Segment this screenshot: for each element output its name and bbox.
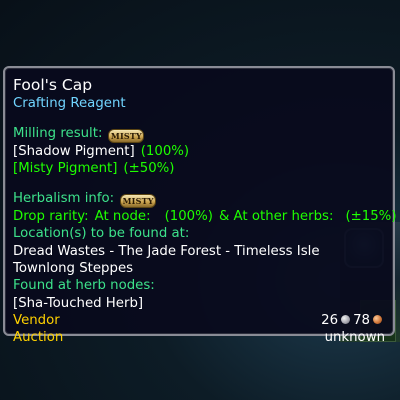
milling-result-2-chance: (±50%)	[123, 161, 175, 176]
milling-result-label: Milling result:	[13, 126, 103, 141]
misty-badge-icon: MISTY	[120, 194, 157, 208]
item-title: Fool's Cap	[13, 76, 93, 94]
drop-rarity-label: Drop rarity:	[13, 209, 89, 224]
at-node-label: At node:	[94, 209, 151, 224]
vendor-silver-amount: 26	[321, 313, 339, 328]
at-other-herbs-label: & At other herbs:	[218, 209, 334, 224]
game-scene: Fool's Cap Crafting Reagent Milling resu…	[0, 0, 400, 400]
milling-result-1-chance: (100%)	[140, 144, 190, 159]
vendor-copper-amount: 78	[353, 313, 370, 328]
at-node-value: (100%)	[164, 209, 213, 224]
milling-result-2: [Misty Pigment] (±50%)	[13, 160, 175, 178]
herb-nodes-label: Found at herb nodes:	[13, 278, 155, 293]
auction-label: Auction	[13, 330, 64, 345]
locations-label: Location(s) to be found at:	[13, 226, 190, 241]
milling-result-1-item: [Shadow Pigment]	[13, 144, 135, 159]
copper-coin-icon	[373, 315, 382, 324]
herb-node-item: [Sha-Touched Herb]	[13, 296, 144, 311]
milling-result-row: Milling result: MISTY	[13, 125, 145, 143]
vendor-label: Vendor	[13, 313, 60, 328]
herbalism-info-row: Herbalism info: MISTY	[13, 190, 157, 208]
auction-value: unknown	[324, 330, 385, 345]
item-tooltip: Fool's Cap Crafting Reagent Milling resu…	[3, 66, 397, 345]
silver-coin-icon	[341, 315, 351, 324]
drop-rarity-row: Drop rarity: At node: (100%) & At other her…	[13, 208, 397, 226]
milling-result-1: [Shadow Pigment] (100%)	[13, 143, 189, 161]
milling-result-2-item: [Misty Pigment]	[13, 161, 118, 176]
item-subtitle: Crafting Reagent	[13, 96, 126, 111]
locations-line-1: Dread Wastes - The Jade Forest - Timeles…	[13, 244, 320, 259]
at-other-herbs-value: (±15%)	[345, 209, 397, 224]
locations-line-2: Townlong Steppes	[13, 261, 134, 276]
vendor-price: 26 78	[321, 312, 385, 330]
herbalism-info-label: Herbalism info:	[13, 191, 115, 206]
misty-badge-icon: MISTY	[108, 129, 145, 143]
